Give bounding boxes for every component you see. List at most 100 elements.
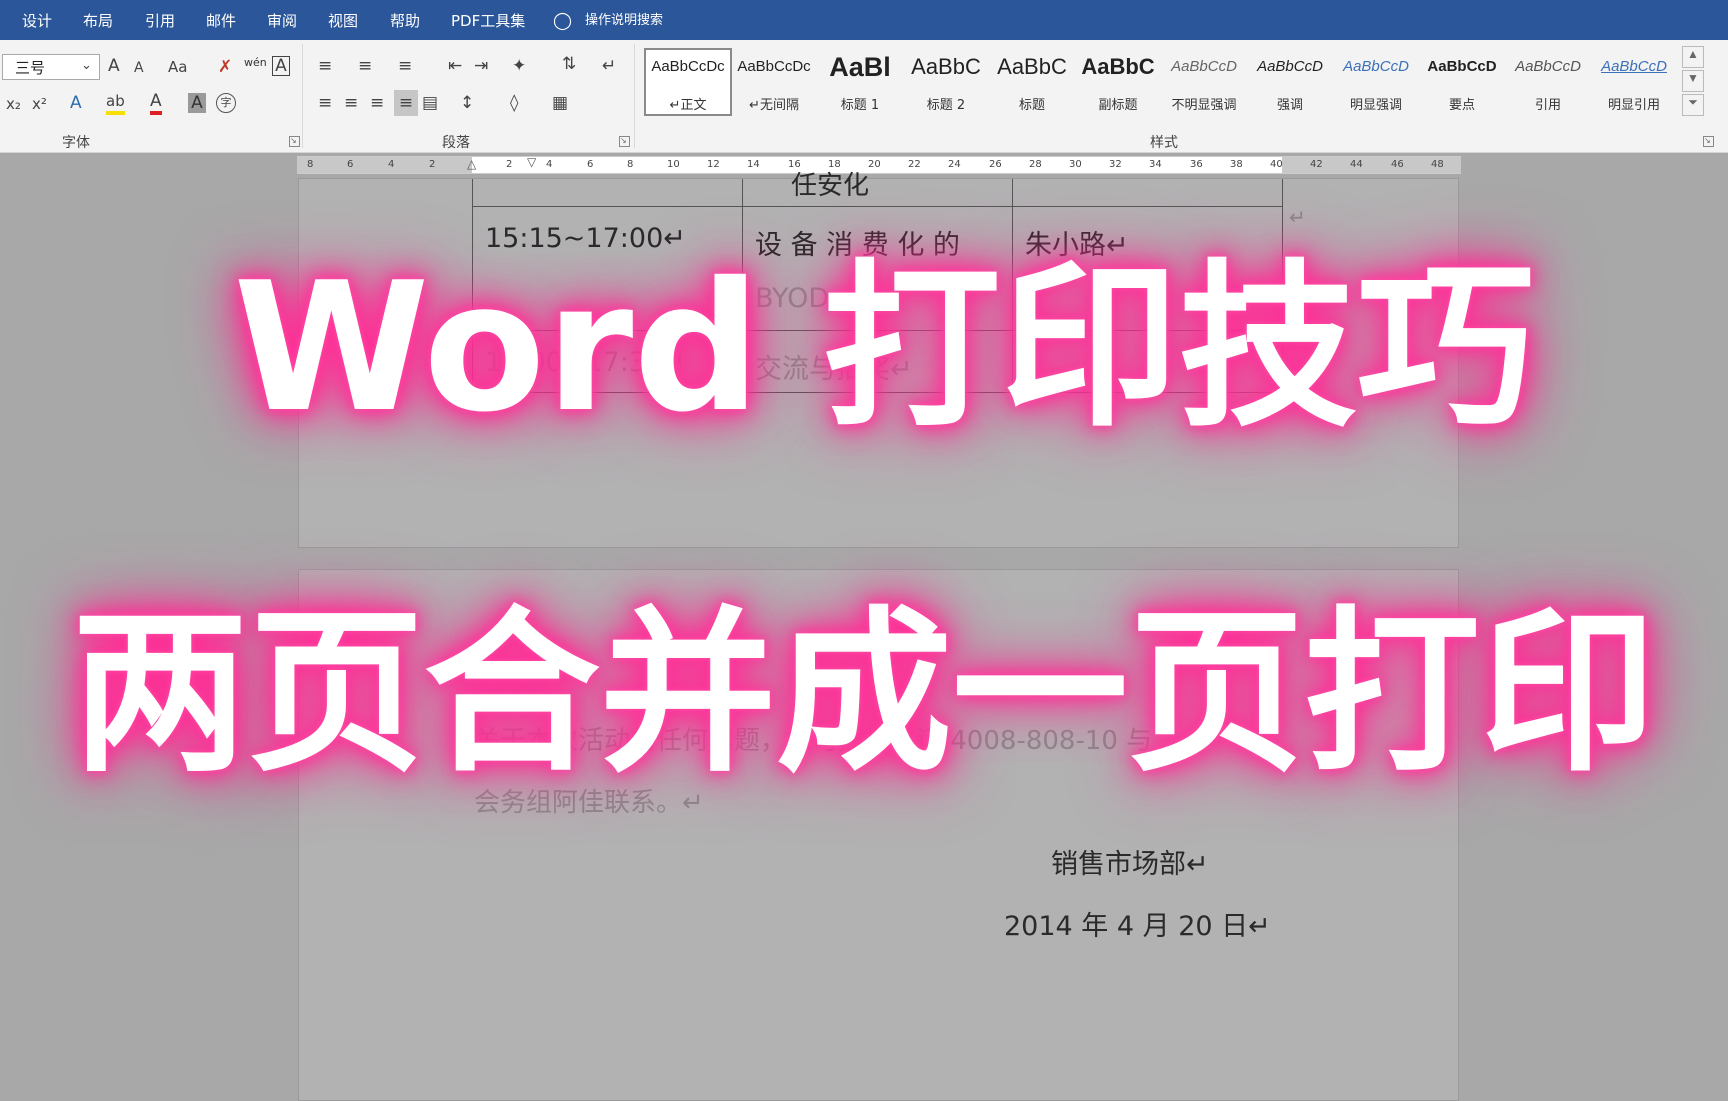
bullets-icon[interactable]: ≡ bbox=[318, 56, 332, 76]
row-end-mark-icon: ↵ bbox=[1289, 207, 1306, 229]
group-divider bbox=[302, 44, 303, 148]
style-emphasis[interactable]: AaBbCcD 强调 bbox=[1248, 48, 1332, 113]
tab-review[interactable]: 审阅 bbox=[267, 0, 297, 40]
ruler-tick: 38 bbox=[1230, 159, 1243, 170]
chinese-layout-icon[interactable]: ✦ bbox=[512, 56, 526, 76]
font-size-value: 三号 bbox=[15, 59, 46, 77]
tab-layout[interactable]: 布局 bbox=[83, 0, 113, 40]
highlight-icon[interactable]: ab bbox=[106, 91, 125, 115]
ruler-tick: 48 bbox=[1431, 159, 1444, 170]
tab-help[interactable]: 帮助 bbox=[390, 0, 420, 40]
multilevel-list-icon[interactable]: ≡ bbox=[398, 56, 412, 76]
distributed-icon[interactable]: ▤ bbox=[422, 93, 438, 113]
ruler-tick: 6 bbox=[347, 159, 354, 170]
gallery-more-icon[interactable]: ⏷ bbox=[1682, 94, 1704, 116]
tab-view[interactable]: 视图 bbox=[328, 0, 358, 40]
character-shading-icon[interactable]: A bbox=[188, 93, 206, 113]
style-intense-quote[interactable]: AaBbCcD 明显引用 bbox=[1592, 48, 1676, 113]
borders-icon[interactable]: ▦ bbox=[552, 93, 568, 113]
ruler-tick: 10 bbox=[667, 159, 680, 170]
justify-icon[interactable]: ≡ bbox=[394, 90, 418, 116]
ruler-tick: 40 bbox=[1270, 159, 1283, 170]
ruler-tick: 36 bbox=[1190, 159, 1203, 170]
show-marks-icon[interactable]: ↵ bbox=[602, 56, 616, 76]
subscript-icon[interactable]: x₂ bbox=[6, 94, 21, 114]
ruler-tick: 20 bbox=[868, 159, 881, 170]
style-subtle-emphasis[interactable]: AaBbCcD 不明显强调 bbox=[1162, 48, 1246, 113]
style-heading-1[interactable]: AaBl 标题 1 bbox=[818, 48, 902, 113]
ruler-tick: 6 bbox=[587, 159, 594, 170]
increase-indent-icon[interactable]: ⇥ bbox=[474, 56, 488, 76]
lightbulb-icon: ◯ bbox=[553, 11, 573, 31]
clear-format-icon[interactable]: ✗ bbox=[218, 57, 232, 77]
sort-icon[interactable]: ⇅ bbox=[562, 54, 576, 74]
numbering-icon[interactable]: ≡ bbox=[358, 56, 372, 76]
shading-icon[interactable]: ◊ bbox=[510, 93, 518, 113]
group-divider bbox=[634, 44, 635, 148]
font-color-icon[interactable]: A bbox=[150, 91, 162, 115]
ribbon-tab-bar: 设计 布局 引用 邮件 审阅 视图 帮助 PDF工具集 ◯ 操作说明搜索 bbox=[0, 0, 1728, 40]
style-title[interactable]: AaBbC 标题 bbox=[990, 48, 1074, 113]
ruler-tick: 44 bbox=[1350, 159, 1363, 170]
ruler-left-margin bbox=[297, 157, 472, 173]
ruler-tick: 8 bbox=[307, 159, 314, 170]
tab-pdf-tools[interactable]: PDF工具集 bbox=[451, 0, 525, 40]
styles-group-label: 样式 bbox=[1150, 135, 1178, 151]
superscript-icon[interactable]: x² bbox=[32, 94, 47, 114]
align-center-icon[interactable]: ≡ bbox=[344, 93, 358, 113]
table-cell-text: 任安化 bbox=[791, 171, 870, 201]
ruler-tick: 42 bbox=[1310, 159, 1323, 170]
ruler-tick: 14 bbox=[747, 159, 760, 170]
paragraph-group-label: 段落 bbox=[442, 135, 470, 151]
ribbon: 三号 ⌄ A A Aa ✗ wén A x₂ x² A ab A A 字 字体 … bbox=[0, 40, 1728, 153]
signature-department: 销售市场部↵ bbox=[1051, 849, 1209, 880]
ruler-tick: 4 bbox=[388, 159, 395, 170]
shrink-font-icon[interactable]: A bbox=[134, 58, 144, 78]
font-size-select[interactable]: 三号 ⌄ bbox=[2, 54, 100, 80]
ruler-tick: 22 bbox=[908, 159, 921, 170]
ruler-tick: 2 bbox=[429, 159, 436, 170]
style-normal[interactable]: AaBbCcDc ↵正文 bbox=[646, 48, 730, 113]
text-effects-icon[interactable]: A bbox=[70, 93, 82, 113]
tell-me-search[interactable]: 操作说明搜索 bbox=[585, 0, 663, 40]
style-strong[interactable]: AaBbCcD 要点 bbox=[1420, 48, 1504, 113]
ruler-ticks-right: 2 4 6 8 10 12 14 16 18 20 22 24 26 28 30 32 34 36 38 40 42 44… bbox=[472, 157, 1457, 173]
tab-design[interactable]: 设计 bbox=[22, 0, 52, 40]
font-dialog-launcher[interactable]: ↘ bbox=[289, 136, 300, 147]
tab-mailings[interactable]: 邮件 bbox=[206, 0, 236, 40]
ruler-tick: 24 bbox=[948, 159, 961, 170]
ruler-tick: 8 bbox=[627, 159, 634, 170]
line-spacing-icon[interactable]: ↕ bbox=[460, 93, 474, 113]
font-group-label: 字体 bbox=[62, 135, 90, 151]
style-intense-emphasis[interactable]: AaBbCcD 明显强调 bbox=[1334, 48, 1418, 113]
style-heading-2[interactable]: AaBbC 标题 2 bbox=[904, 48, 988, 113]
phonetic-guide-icon[interactable]: wén bbox=[244, 53, 267, 73]
style-quote[interactable]: AaBbCcD 引用 bbox=[1506, 48, 1590, 113]
style-subtitle[interactable]: AaBbC 副标题 bbox=[1076, 48, 1160, 113]
tab-references[interactable]: 引用 bbox=[145, 0, 175, 40]
style-no-spacing[interactable]: AaBbCcDc ↵无间隔 bbox=[732, 48, 816, 113]
styles-dialog-launcher[interactable]: ↘ bbox=[1703, 136, 1714, 147]
gallery-up-icon[interactable]: ▲ bbox=[1682, 46, 1704, 68]
align-left-icon[interactable]: ≡ bbox=[318, 93, 332, 113]
ruler-tick: 4 bbox=[546, 159, 553, 170]
ruler-tick: 34 bbox=[1149, 159, 1162, 170]
ruler-tick: 32 bbox=[1109, 159, 1122, 170]
ruler-tick: 12 bbox=[707, 159, 720, 170]
decrease-indent-icon[interactable]: ⇤ bbox=[448, 56, 462, 76]
ruler-tick: 28 bbox=[1029, 159, 1042, 170]
grow-font-icon[interactable]: A bbox=[108, 56, 120, 76]
enclose-characters-icon[interactable]: 字 bbox=[216, 93, 236, 113]
paragraph-dialog-launcher[interactable]: ↘ bbox=[619, 136, 630, 147]
change-case-icon[interactable]: Aa bbox=[168, 57, 187, 77]
overlay-title-line1: Word 打印技巧 bbox=[233, 244, 1535, 451]
ruler-tick: 2 bbox=[506, 159, 513, 170]
overlay-title-line2: 两页合并成一页打印 bbox=[71, 591, 1656, 796]
horizontal-ruler[interactable]: 8 6 4 2 △ ▽ 2 4 6 8 10 12 14 16 18 20 22 24 26 28 30 32… bbox=[297, 156, 1461, 174]
character-border-icon[interactable]: A bbox=[272, 56, 290, 76]
gallery-down-icon[interactable]: ▼ bbox=[1682, 70, 1704, 92]
align-right-icon[interactable]: ≡ bbox=[370, 93, 384, 113]
ruler-tick: 30 bbox=[1069, 159, 1082, 170]
ruler-tick: 26 bbox=[989, 159, 1002, 170]
ruler-tick: 46 bbox=[1391, 159, 1404, 170]
